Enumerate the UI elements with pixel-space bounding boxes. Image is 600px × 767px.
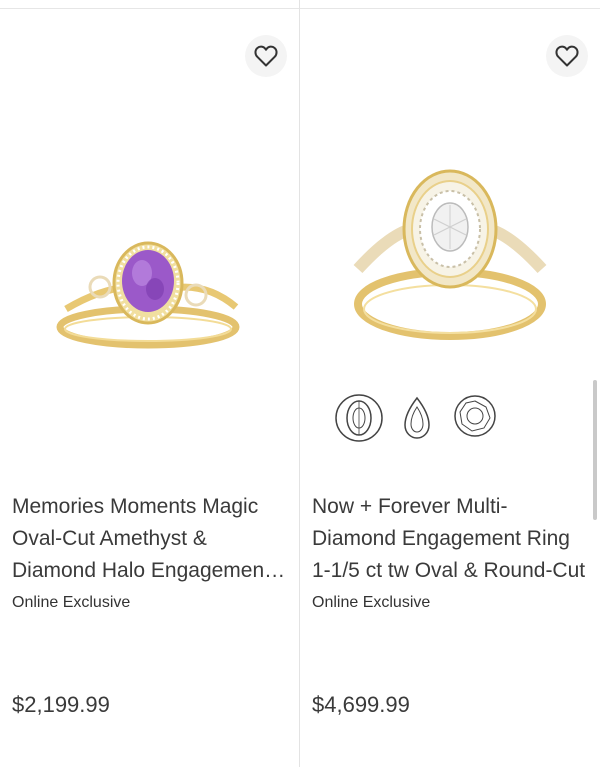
diamond-shape-swatches (330, 389, 510, 449)
product-price: $4,699.99 (312, 692, 410, 717)
product-grid: Memories Moments Magic Oval-Cut Amethyst… (0, 0, 600, 767)
scrollbar[interactable] (593, 380, 597, 520)
product-title[interactable]: Now + Forever Multi-Diamond Engagement R… (312, 491, 588, 587)
product-title[interactable]: Memories Moments Magic Oval-Cut Amethyst… (12, 491, 288, 587)
product-image[interactable] (0, 149, 299, 379)
round-shape-icon[interactable] (452, 393, 498, 439)
product-image[interactable] (300, 159, 599, 389)
wishlist-button[interactable] (546, 35, 588, 77)
heart-outline-icon (254, 45, 278, 67)
product-price: $2,199.99 (12, 692, 110, 717)
online-exclusive-badge: Online Exclusive (12, 594, 131, 611)
heart-outline-icon (555, 45, 579, 67)
wishlist-button[interactable] (245, 35, 287, 77)
product-card[interactable]: Now + Forever Multi-Diamond Engagement R… (300, 9, 599, 767)
oval-shape-icon[interactable] (334, 393, 384, 443)
product-card[interactable]: Memories Moments Magic Oval-Cut Amethyst… (0, 9, 299, 767)
online-exclusive-badge: Online Exclusive (312, 594, 431, 611)
pear-shape-icon[interactable] (402, 393, 432, 443)
